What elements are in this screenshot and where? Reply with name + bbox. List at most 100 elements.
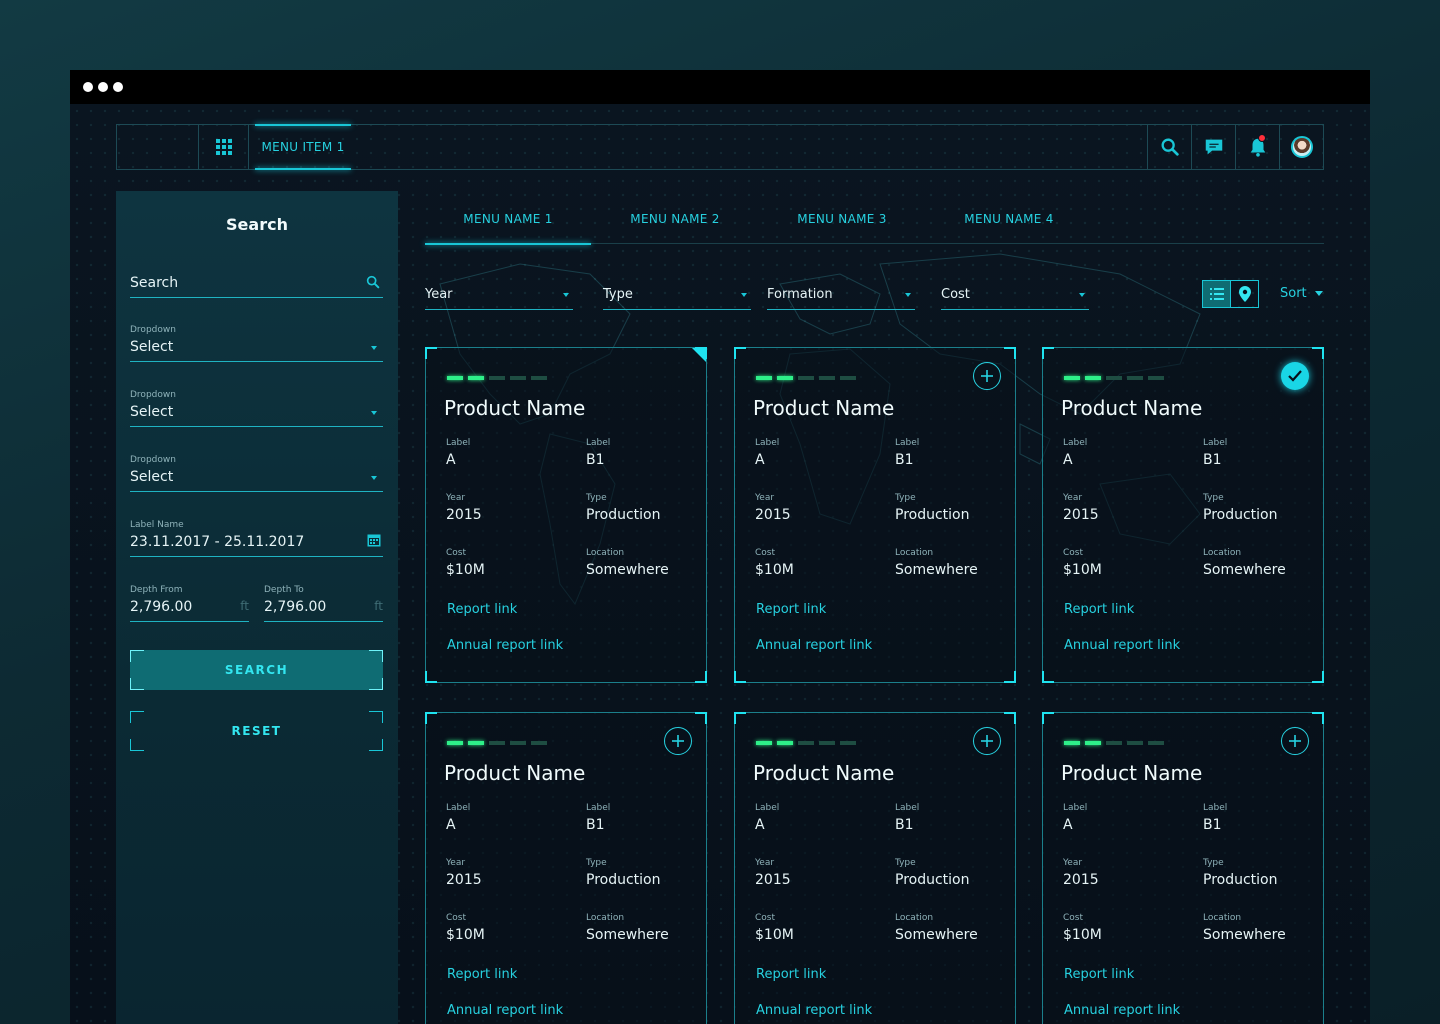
cost-field: Cost $10M: [1063, 913, 1102, 943]
top-search-button[interactable]: [1147, 125, 1191, 169]
product-card[interactable]: Product Name Label A Label B1 Year 2015 Type Pro…: [734, 712, 1016, 1024]
search-input[interactable]: Search: [130, 275, 383, 298]
list-icon: [1209, 288, 1224, 300]
location-field: Location Somewhere: [895, 548, 978, 578]
label-2: Label B1: [895, 438, 920, 468]
add-button[interactable]: [973, 362, 1001, 390]
caret-down-icon: [371, 411, 377, 415]
year-field: Year 2015: [755, 858, 791, 888]
year-field: Year 2015: [755, 493, 791, 523]
add-button[interactable]: [1281, 727, 1309, 755]
calendar-icon[interactable]: [367, 533, 381, 547]
grid-icon: [215, 139, 232, 155]
product-card[interactable]: Product Name Label A Label B1 Year 2015 Type Pro…: [425, 712, 707, 1024]
report-link[interactable]: Report link: [756, 967, 826, 982]
annual-report-link[interactable]: Annual report link: [1064, 1003, 1180, 1018]
label-2: Label B1: [586, 803, 611, 833]
add-button[interactable]: [973, 727, 1001, 755]
dropdown-2[interactable]: Dropdown Select: [130, 390, 383, 427]
report-link[interactable]: Report link: [1064, 967, 1134, 982]
label-1: Label A: [446, 803, 471, 833]
user-profile-button[interactable]: [1279, 125, 1323, 169]
rating-dashes: [756, 376, 856, 380]
filter-formation[interactable]: Formation: [767, 284, 915, 310]
year-field: Year 2015: [1063, 858, 1099, 888]
report-link[interactable]: Report link: [447, 967, 517, 982]
top-navigation-bar: MENU ITEM 1: [116, 124, 1324, 170]
filter-label: Formation: [767, 287, 833, 302]
dropdown-value: Select: [130, 339, 174, 355]
filter-year[interactable]: Year: [425, 284, 573, 310]
content-tabs: MENU NAME 1 MENU NAME 2 MENU NAME 3 MENU…: [425, 208, 1324, 245]
apps-grid-button[interactable]: [199, 125, 249, 169]
top-menu-item-1[interactable]: MENU ITEM 1: [255, 124, 351, 170]
report-link[interactable]: Report link: [756, 602, 826, 617]
chat-icon: [1205, 139, 1222, 155]
reset-button-label: RESET: [231, 724, 282, 738]
caret-down-icon: [371, 346, 377, 350]
app-canvas: MENU ITEM 1 Search Search Dropdown Selec…: [70, 104, 1370, 1024]
label-1: Label A: [446, 438, 471, 468]
selected-check-button[interactable]: [1281, 362, 1309, 390]
label-1: Label A: [755, 803, 780, 833]
tab-menu-name-2[interactable]: MENU NAME 2: [592, 212, 758, 244]
messages-button[interactable]: [1191, 125, 1235, 169]
annual-report-link[interactable]: Annual report link: [756, 1003, 872, 1018]
add-button[interactable]: [664, 727, 692, 755]
map-view-button[interactable]: [1230, 281, 1258, 307]
notifications-button[interactable]: [1235, 125, 1279, 169]
type-field: Type Production: [586, 858, 661, 888]
sort-dropdown[interactable]: Sort: [1280, 286, 1323, 301]
avatar: [1290, 136, 1313, 158]
product-card[interactable]: Product Name Label A Label B1 Year 2015 Type Pro…: [425, 347, 707, 683]
location-field: Location Somewhere: [586, 913, 669, 943]
label-2: Label B1: [1203, 438, 1228, 468]
filter-label: Year: [425, 287, 453, 302]
caret-down-icon: [905, 293, 911, 300]
year-field: Year 2015: [446, 858, 482, 888]
type-field: Type Production: [1203, 858, 1278, 888]
depth-from-field[interactable]: Depth From 2,796.00 ft: [130, 585, 249, 622]
product-card[interactable]: Product Name Label A Label B1 Year 2015 Type Pro…: [1042, 712, 1324, 1024]
filter-type[interactable]: Type: [603, 284, 751, 310]
sidebar-title: Search: [226, 215, 288, 234]
dropdown-3[interactable]: Dropdown Select: [130, 455, 383, 492]
depth-to-label: Depth To: [264, 585, 304, 595]
window-dot-icon[interactable]: [98, 82, 108, 92]
annual-report-link[interactable]: Annual report link: [447, 638, 563, 653]
reset-button[interactable]: RESET: [130, 711, 383, 751]
annual-report-link[interactable]: Annual report link: [1064, 638, 1180, 653]
notification-badge: [1258, 134, 1266, 142]
location-field: Location Somewhere: [895, 913, 978, 943]
product-card[interactable]: Product Name Label A Label B1 Year 2015 Type Pro…: [734, 347, 1016, 683]
tab-menu-name-1[interactable]: MENU NAME 1: [425, 212, 591, 245]
date-range-field[interactable]: Label Name 23.11.2017 - 25.11.2017: [130, 520, 383, 557]
caret-down-icon: [563, 293, 569, 300]
window-dot-icon[interactable]: [83, 82, 93, 92]
plus-icon: [981, 370, 993, 382]
annual-report-link[interactable]: Annual report link: [447, 1003, 563, 1018]
filter-cost[interactable]: Cost: [941, 284, 1089, 310]
report-link[interactable]: Report link: [447, 602, 517, 617]
dropdown-label: Dropdown: [130, 455, 176, 465]
product-title: Product Name: [444, 761, 586, 785]
window-titlebar: [70, 70, 1370, 104]
type-field: Type Production: [1203, 493, 1278, 523]
search-button[interactable]: SEARCH: [130, 650, 383, 690]
tab-menu-name-3[interactable]: MENU NAME 3: [759, 212, 925, 244]
product-title: Product Name: [1061, 761, 1203, 785]
rating-dashes: [447, 376, 547, 380]
label-2: Label B1: [1203, 803, 1228, 833]
annual-report-link[interactable]: Annual report link: [756, 638, 872, 653]
cost-field: Cost $10M: [446, 913, 485, 943]
product-card[interactable]: Product Name Label A Label B1 Year 2015 Type Pro…: [1042, 347, 1324, 683]
depth-to-field[interactable]: Depth To 2,796.00 ft: [264, 585, 383, 622]
depth-from-value: 2,796.00: [130, 599, 193, 615]
dropdown-1[interactable]: Dropdown Select: [130, 325, 383, 362]
report-link[interactable]: Report link: [1064, 602, 1134, 617]
tab-menu-name-4[interactable]: MENU NAME 4: [926, 212, 1092, 244]
dropdown-value: Select: [130, 404, 174, 420]
list-view-button[interactable]: [1203, 281, 1231, 307]
window-dot-icon[interactable]: [113, 82, 123, 92]
label-1: Label A: [1063, 438, 1088, 468]
